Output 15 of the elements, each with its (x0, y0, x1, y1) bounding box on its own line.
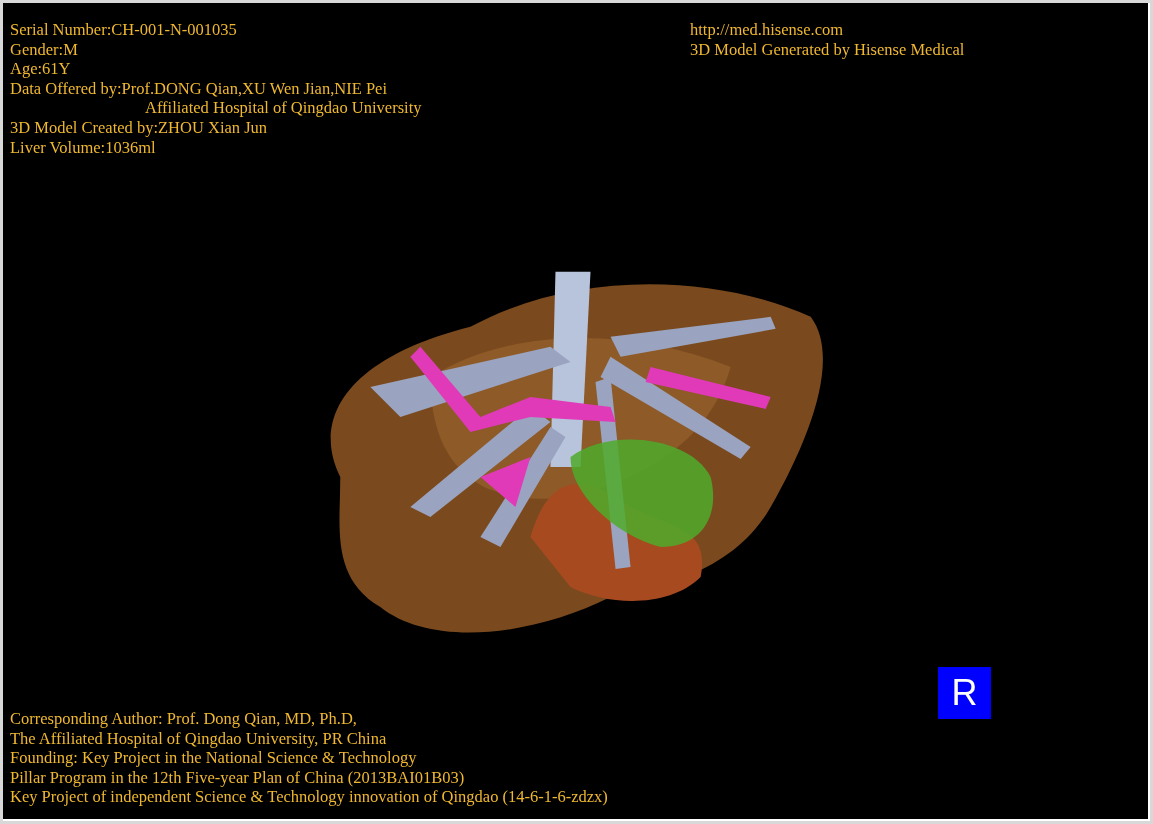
info-line: 3D Model Generated by Hisense Medical (690, 39, 965, 60)
info-line: Serial Number:CH-001-N-001035 (10, 20, 237, 40)
info-line: The Affiliated Hospital of Qingdao University, PR China (10, 728, 387, 749)
info-line: Pillar Program in the 12th Five-year Plan of China (2013BAI01B03) (10, 767, 465, 788)
info-line: Liver Volume:1036ml (10, 137, 156, 158)
info-line: Age:61Y (10, 59, 71, 79)
info-line: Affiliated Hospital of Qingdao University (144, 98, 422, 118)
info-line: Corresponding Author: Prof. Dong Qian, MD, Ph.D, (10, 709, 357, 729)
info-line: http://med.hisense.com (690, 20, 844, 40)
orientation-marker: R (938, 667, 991, 719)
info-line: Gender:M (10, 39, 78, 60)
info-line: Key Project of independent Science & Technology innovation of Qingdao (14-6-1-6-zdzx) (10, 787, 608, 807)
info-line: 3D Model Created by:ZHOU Xian Jun (10, 117, 268, 138)
info-line: Data Offered by:Prof.DONG Qian,XU Wen Jian,NIE Pei (10, 78, 388, 99)
info-line: Founding: Key Project in the National Science & Technology (10, 748, 417, 768)
